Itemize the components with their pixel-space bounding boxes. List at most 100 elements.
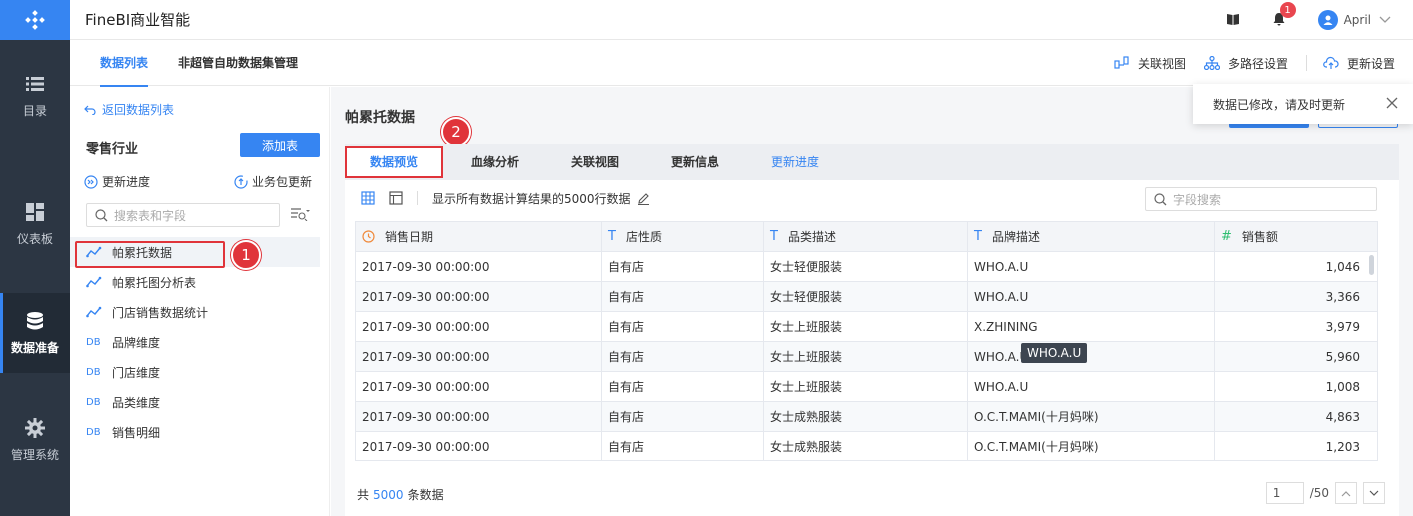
cell-store-type[interactable]: 自有店 [602, 312, 764, 342]
column-header-category-desc[interactable]: T 品类描述 [764, 222, 968, 252]
cell-sales-amount[interactable]: 5,960 [1215, 342, 1377, 372]
cell-store-type[interactable]: 自有店 [602, 432, 764, 460]
field-search-input[interactable]: 字段搜索 [1145, 187, 1377, 211]
cell-brand-desc[interactable]: X.ZHINING [968, 312, 1215, 342]
cell-sales-date[interactable]: 2017-09-30 00:00:00 [356, 342, 602, 372]
table-item-store-sales-stats[interactable]: 门店销售数据统计 [70, 297, 320, 327]
multipath-settings-button[interactable]: 多路径设置 [1203, 55, 1288, 72]
user-menu[interactable]: April [1317, 10, 1391, 30]
tab-data-preview[interactable]: 数据预览 [370, 144, 418, 180]
cell-brand-desc[interactable]: O.C.T.MAMI(十月妈咪) [968, 402, 1215, 432]
multipath-settings-label: 多路径设置 [1227, 56, 1288, 71]
progress-icon [84, 174, 98, 189]
close-icon[interactable] [1385, 96, 1399, 113]
column-header-sales-date[interactable]: 销售日期 [356, 222, 602, 252]
filter-sort-icon[interactable] [290, 207, 310, 224]
db-table-icon: DB [86, 396, 101, 408]
cell-sales-amount[interactable]: 3,366 [1215, 282, 1377, 312]
pagination: 1 /50 [1265, 482, 1385, 504]
nav-label: 仪表板 [16, 231, 53, 246]
cell-sales-amount[interactable]: 4,863 [1215, 402, 1377, 432]
column-header-brand-desc[interactable]: T 品牌描述 [968, 222, 1215, 252]
cell-brand-desc[interactable]: O.C.T.MAMI(十月妈咪) [968, 432, 1215, 460]
toast-message: 数据已修改，请及时更新 [1213, 97, 1346, 112]
cell-category-desc[interactable]: 女士成熟服装 [764, 402, 968, 432]
column-header-store-type[interactable]: T 店性质 [602, 222, 764, 252]
table-item-label: 销售明细 [112, 425, 161, 440]
cell-brand-desc[interactable]: WHO.A.U [968, 372, 1215, 402]
table-row: 2017-09-30 00:00:00 自有店 女士上班服装 X.ZHINING… [356, 312, 1377, 342]
cell-sales-date[interactable]: 2017-09-30 00:00:00 [356, 372, 602, 402]
package-update-link[interactable]: 业务包更新 [234, 173, 312, 190]
cell-sales-amount[interactable]: 1,008 [1215, 372, 1377, 402]
back-to-data-list-link[interactable]: 返回数据列表 [84, 101, 174, 118]
cell-sales-date[interactable]: 2017-09-30 00:00:00 [356, 402, 602, 432]
cell-category-desc[interactable]: 女士轻便服装 [764, 282, 968, 312]
cell-sales-amount[interactable]: 1,203 [1215, 432, 1377, 460]
cell-sales-date[interactable]: 2017-09-30 00:00:00 [356, 282, 602, 312]
page-number-input[interactable]: 1 [1265, 482, 1304, 504]
tab-update-info[interactable]: 更新信息 [671, 144, 719, 180]
cell-store-type[interactable]: 自有店 [602, 342, 764, 372]
tab-data-list[interactable]: 数据列表 [100, 40, 149, 87]
notification-badge: 1 [1279, 2, 1296, 18]
book-icon[interactable] [1226, 12, 1242, 28]
table-item-label: 品牌维度 [112, 335, 161, 350]
cell-sales-date[interactable]: 2017-09-30 00:00:00 [356, 252, 602, 282]
tab-lineage-analysis[interactable]: 血缘分析 [471, 144, 519, 180]
cell-store-type[interactable]: 自有店 [602, 282, 764, 312]
nav-item-dashboard[interactable]: 仪表板 [0, 184, 70, 264]
next-page-button[interactable] [1363, 482, 1385, 504]
cell-sales-amount[interactable]: 1,046 [1215, 252, 1377, 282]
logo-icon [25, 10, 45, 30]
grid-view-icon[interactable] [361, 191, 375, 205]
table-field-search-input[interactable]: 搜索表和字段 [86, 203, 280, 227]
cell-store-type[interactable]: 自有店 [602, 372, 764, 402]
column-header-sales-amount[interactable]: # 销售额 [1215, 222, 1377, 252]
clock-icon [362, 230, 375, 243]
cell-store-type[interactable]: 自有店 [602, 252, 764, 282]
callout-badge-1: 1 [231, 240, 261, 270]
number-type-icon: # [1221, 228, 1232, 244]
bell-icon[interactable]: 1 [1272, 2, 1296, 28]
cell-sales-date[interactable]: 2017-09-30 00:00:00 [356, 312, 602, 342]
table-layout-icon[interactable] [389, 191, 403, 205]
table-item-category-dimension[interactable]: DB 品类维度 [70, 387, 320, 417]
cell-category-desc[interactable]: 女士上班服装 [764, 342, 968, 372]
app-logo[interactable] [0, 0, 70, 40]
divider [417, 191, 418, 205]
cell-brand-desc[interactable]: WHO.A.U [968, 342, 1215, 372]
table-scrollbar[interactable] [1369, 255, 1374, 275]
nav-item-data-prep[interactable]: 数据准备 [0, 293, 70, 373]
cell-category-desc[interactable]: 女士上班服装 [764, 312, 968, 342]
cell-category-desc[interactable]: 女士成熟服装 [764, 432, 968, 460]
cell-brand-desc[interactable]: WHO.A.U [968, 252, 1215, 282]
nav-label: 数据准备 [10, 340, 59, 355]
edit-pencil-icon[interactable] [637, 192, 650, 205]
tab-update-progress[interactable]: 更新进度 [771, 144, 819, 180]
cell-store-type[interactable]: 自有店 [602, 402, 764, 432]
relation-view-button[interactable]: 关联视图 [1114, 55, 1186, 72]
cell-category-desc[interactable]: 女士上班服装 [764, 372, 968, 402]
cell-sales-amount[interactable]: 3,979 [1215, 312, 1377, 342]
cell-brand-desc[interactable]: WHO.A.U [968, 282, 1215, 312]
tab-relation-view[interactable]: 关联视图 [571, 144, 619, 180]
table-item-sales-detail[interactable]: DB 销售明细 [70, 417, 320, 447]
sub-bar: 数据列表 非超管自助数据集管理 关联视图 多路径设置 更新设置 [70, 40, 1413, 87]
tab-self-service-dataset-mgmt[interactable]: 非超管自助数据集管理 [178, 40, 298, 86]
cell-sales-date[interactable]: 2017-09-30 00:00:00 [356, 432, 602, 460]
update-settings-button[interactable]: 更新设置 [1323, 55, 1395, 72]
search-icon [95, 208, 108, 221]
table-item-brand-dimension[interactable]: DB 品牌维度 [70, 327, 320, 357]
list-icon [26, 76, 44, 91]
table-item-store-dimension[interactable]: DB 门店维度 [70, 357, 320, 387]
detail-tabs: 数据预览 血缘分析 关联视图 更新信息 更新进度 [345, 144, 1399, 180]
nav-item-admin[interactable]: 管理系统 [0, 400, 70, 480]
prev-page-button[interactable] [1335, 482, 1357, 504]
cell-category-desc[interactable]: 女士轻便服装 [764, 252, 968, 282]
update-progress-link[interactable]: 更新进度 [84, 173, 150, 190]
add-table-button[interactable]: 添加表 [240, 133, 320, 157]
table-item-pareto-chart-analysis[interactable]: 帕累托图分析表 [70, 267, 320, 297]
self-service-table-icon [86, 276, 102, 288]
nav-item-catalog[interactable]: 目录 [0, 56, 70, 136]
